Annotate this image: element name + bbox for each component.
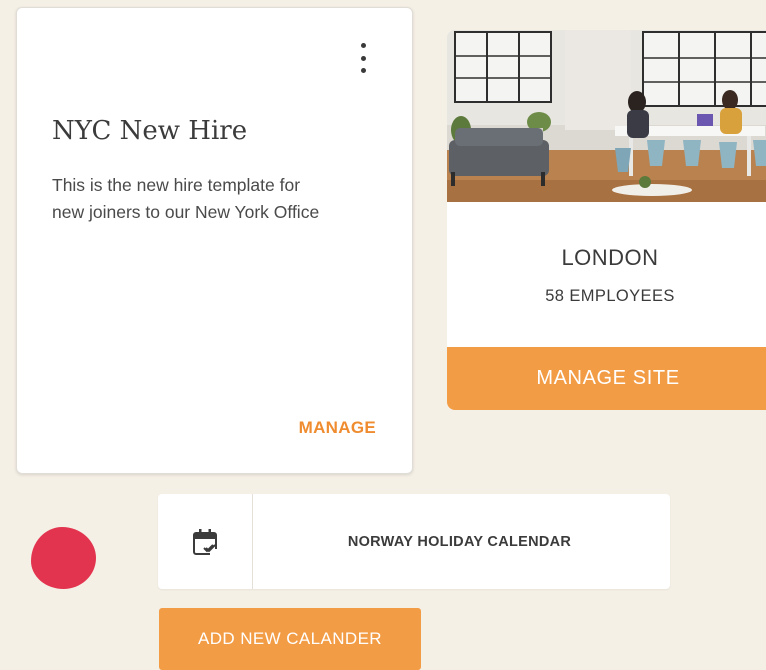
template-card: NYC New Hire This is the new hire templa…: [16, 7, 413, 474]
template-title: NYC New Hire: [52, 116, 248, 146]
calendar-name: NORWAY HOLIDAY CALENDAR: [347, 533, 572, 550]
manage-site-button[interactable]: MANAGE SITE: [447, 347, 766, 410]
calendar-check-icon: [193, 528, 218, 556]
manage-template-link[interactable]: MANAGE: [299, 418, 376, 438]
template-description: This is the new hire template for new jo…: [52, 175, 320, 222]
menu-dot: [360, 68, 366, 73]
site-name: LONDON: [561, 245, 659, 270]
menu-dot: [360, 55, 366, 61]
add-new-calendar-button[interactable]: ADD NEW CALANDER: [159, 608, 421, 670]
menu-dot: [360, 43, 366, 48]
site-card: LONDON 58 EMPLOYEES MANAGE SITE: [447, 30, 766, 410]
calendar-icon-cell: [158, 494, 253, 589]
red-blob-decoration: [31, 527, 96, 589]
employee-count: 58 EMPLOYEES: [545, 287, 675, 305]
calendar-list-item[interactable]: NORWAY HOLIDAY CALENDAR: [158, 494, 670, 589]
more-vertical-icon[interactable]: [356, 43, 370, 73]
office-interior-photo: [447, 30, 766, 202]
